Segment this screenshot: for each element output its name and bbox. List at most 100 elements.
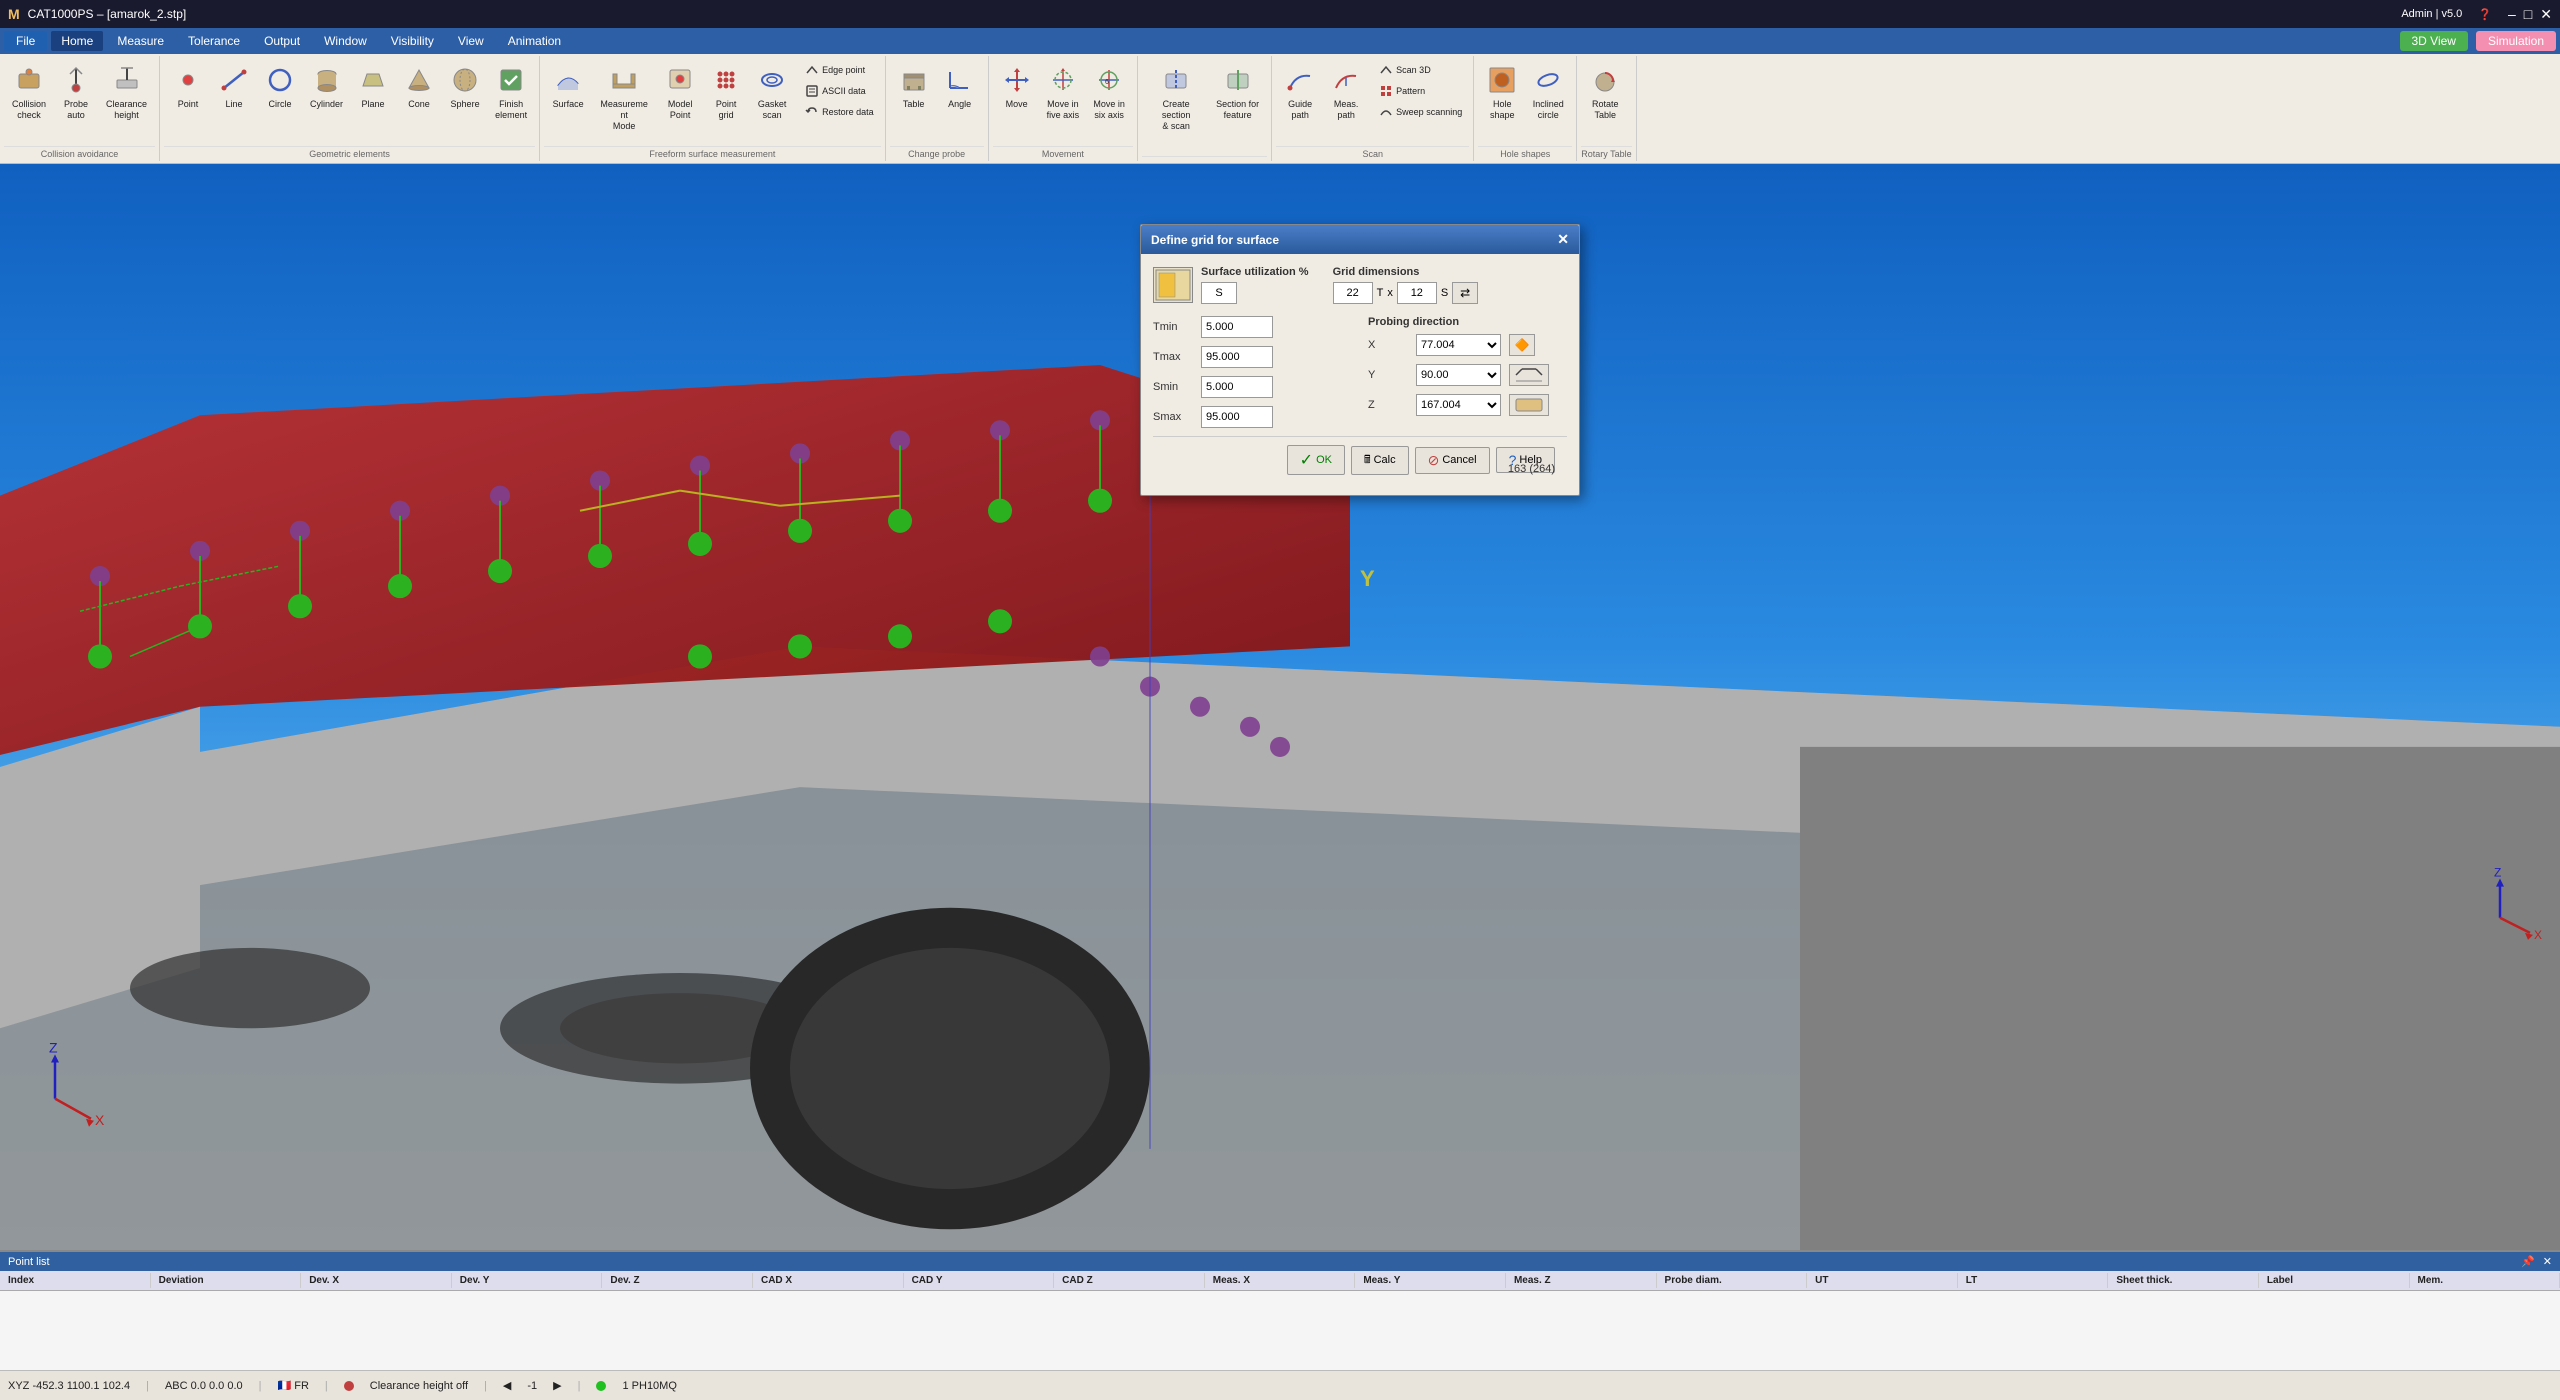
probing-y-icon-button[interactable] [1509,364,1549,386]
finish-element-button[interactable]: Finishelement [489,60,533,130]
inclined-circle-button[interactable]: Inclinedcircle [1526,60,1570,130]
probing-x-icon-button[interactable]: 🔶 [1509,334,1535,356]
probe-auto-button[interactable]: Probeauto [54,60,98,130]
menu-home[interactable]: Home [51,31,103,51]
smax-input[interactable] [1201,406,1273,428]
move-five-axis-label: Move infive axis [1047,99,1080,121]
probing-z-icon-button[interactable] [1509,394,1549,416]
probing-z-row: Z 167.004 [1368,394,1567,416]
probing-x-select[interactable]: 77.004 [1416,334,1501,356]
status-nav-prev[interactable]: ◀ [503,1379,511,1392]
move-button[interactable]: Move [995,60,1039,130]
close-button[interactable]: ✕ [2540,6,2552,23]
grid-dimensions-group: Grid dimensions T x S ⇄ [1333,266,1479,304]
maximize-button[interactable]: □ [2524,6,2532,23]
create-section-label: Create section& scan [1150,99,1202,131]
gasket-scan-button[interactable]: Gasketscan [750,60,794,130]
measurement-mode-icon [608,64,640,96]
plane-button[interactable]: Plane [351,60,395,130]
model-point-button[interactable]: ModelPoint [658,60,702,130]
move-six-axis-button[interactable]: 6 Move insix axis [1087,60,1131,130]
collision-check-button[interactable]: Collisioncheck [6,60,52,130]
point-button[interactable]: Point [166,60,210,130]
surface-button[interactable]: Surface [546,60,590,130]
svg-text:Z: Z [49,1039,58,1055]
section-feature-button[interactable]: Section forfeature [1210,60,1265,130]
cancel-label: Cancel [1442,454,1476,466]
dialog-cancel-button[interactable]: ⊘ Cancel [1415,447,1490,474]
ribbon-group-collision-buttons: Collisioncheck Probeauto Clearanceheight [4,58,155,146]
smax-row: Smax [1153,406,1352,428]
menu-view[interactable]: View [448,31,494,51]
ribbon-group-geometric-buttons: Point Line Circle Cylinder [164,58,535,146]
status-dot-probe [596,1381,606,1391]
status-coordinates: XYZ -452.3 1100.1 102.4 [8,1380,130,1392]
define-grid-dialog: Define grid for surface ✕ Surface utiliz… [1140,224,1580,496]
ribbon-group-freeform-buttons: Surface MeasurementMode ModelPoint [544,58,881,146]
point-icon [172,64,204,96]
status-nav-next[interactable]: ▶ [553,1379,561,1392]
clearance-height-button[interactable]: Clearanceheight [100,60,153,130]
sweep-scanning-button[interactable]: Sweep scanning [1374,102,1467,122]
surface-utilization-value[interactable]: S [1201,282,1237,304]
cylinder-button[interactable]: Cylinder [304,60,349,130]
meas-path-button[interactable]: Meas.path [1324,60,1368,130]
dialog-ok-button[interactable]: ✓ OK [1287,445,1345,475]
menu-output[interactable]: Output [254,31,310,51]
menu-tolerance[interactable]: Tolerance [178,31,250,51]
ribbon-group-scan: Guidepath Meas.path Scan 3D Pattern [1272,56,1474,161]
ascii-data-button[interactable]: ASCII data [800,81,879,101]
tmax-row: Tmax [1153,346,1352,368]
menu-animation[interactable]: Animation [498,31,571,51]
rotate-table-button[interactable]: RotateTable [1583,60,1627,130]
menu-file[interactable]: File [4,31,47,51]
edge-point-button[interactable]: Edge point [800,60,879,80]
model-point-icon [664,64,696,96]
move-five-axis-button[interactable]: Move infive axis [1041,60,1086,130]
cone-button[interactable]: Cone [397,60,441,130]
col-meas-x: Meas. X [1205,1273,1356,1288]
angle-button[interactable]: Angle [938,60,982,130]
smin-input[interactable] [1201,376,1273,398]
pattern-button[interactable]: Pattern [1374,81,1467,101]
guide-path-icon [1284,64,1316,96]
grid-t-label: T [1377,287,1384,299]
guide-path-button[interactable]: Guidepath [1278,60,1322,130]
probing-y-select[interactable]: 90.00 [1416,364,1501,386]
dialog-close-button[interactable]: ✕ [1557,231,1569,248]
point-grid-button[interactable]: Pointgrid [704,60,748,130]
hole-shape-button[interactable]: Holeshape [1480,60,1524,130]
minimize-button[interactable]: – [2508,6,2516,23]
menu-measure[interactable]: Measure [107,31,174,51]
movement-title: Movement [993,146,1134,159]
menu-visibility[interactable]: Visibility [381,31,444,51]
tmin-input[interactable] [1201,316,1273,338]
menu-window[interactable]: Window [314,31,377,51]
scan-3d-button[interactable]: Scan 3D [1374,60,1467,80]
freeform-small-buttons: Edge point ASCII data Restore data [800,60,879,122]
create-section-button[interactable]: Create section& scan [1144,60,1208,135]
finish-element-icon [495,64,527,96]
line-button[interactable]: Line [212,60,256,130]
ribbon-group-movement: Move Move infive axis 6 Move insix axis … [989,56,1139,161]
grid-t-input[interactable] [1333,282,1373,304]
point-list-pin[interactable]: 📌 [2521,1255,2535,1268]
circle-button[interactable]: Circle [258,60,302,130]
restore-data-button[interactable]: Restore data [800,102,879,122]
grid-s-input[interactable] [1397,282,1437,304]
measurement-mode-button[interactable]: MeasurementMode [592,60,656,135]
col-sheet-thick: Sheet thick. [2108,1273,2259,1288]
probe-auto-icon [60,64,92,96]
ribbon-group-geometric: Point Line Circle Cylinder [160,56,540,161]
3d-view-button[interactable]: 3D View [2400,31,2468,51]
probing-z-select[interactable]: 167.004 [1416,394,1501,416]
grid-swap-button[interactable]: ⇄ [1452,282,1478,304]
table-button[interactable]: Table [892,60,936,130]
collision-avoidance-title: Collision avoidance [4,146,155,159]
simulation-button[interactable]: Simulation [2476,31,2556,51]
move-icon [1001,64,1033,96]
dialog-calc-button[interactable]: 🖩 Calc [1351,446,1409,475]
tmax-input[interactable] [1201,346,1273,368]
sphere-button[interactable]: Sphere [443,60,487,130]
point-list-close[interactable]: ✕ [2543,1255,2552,1268]
